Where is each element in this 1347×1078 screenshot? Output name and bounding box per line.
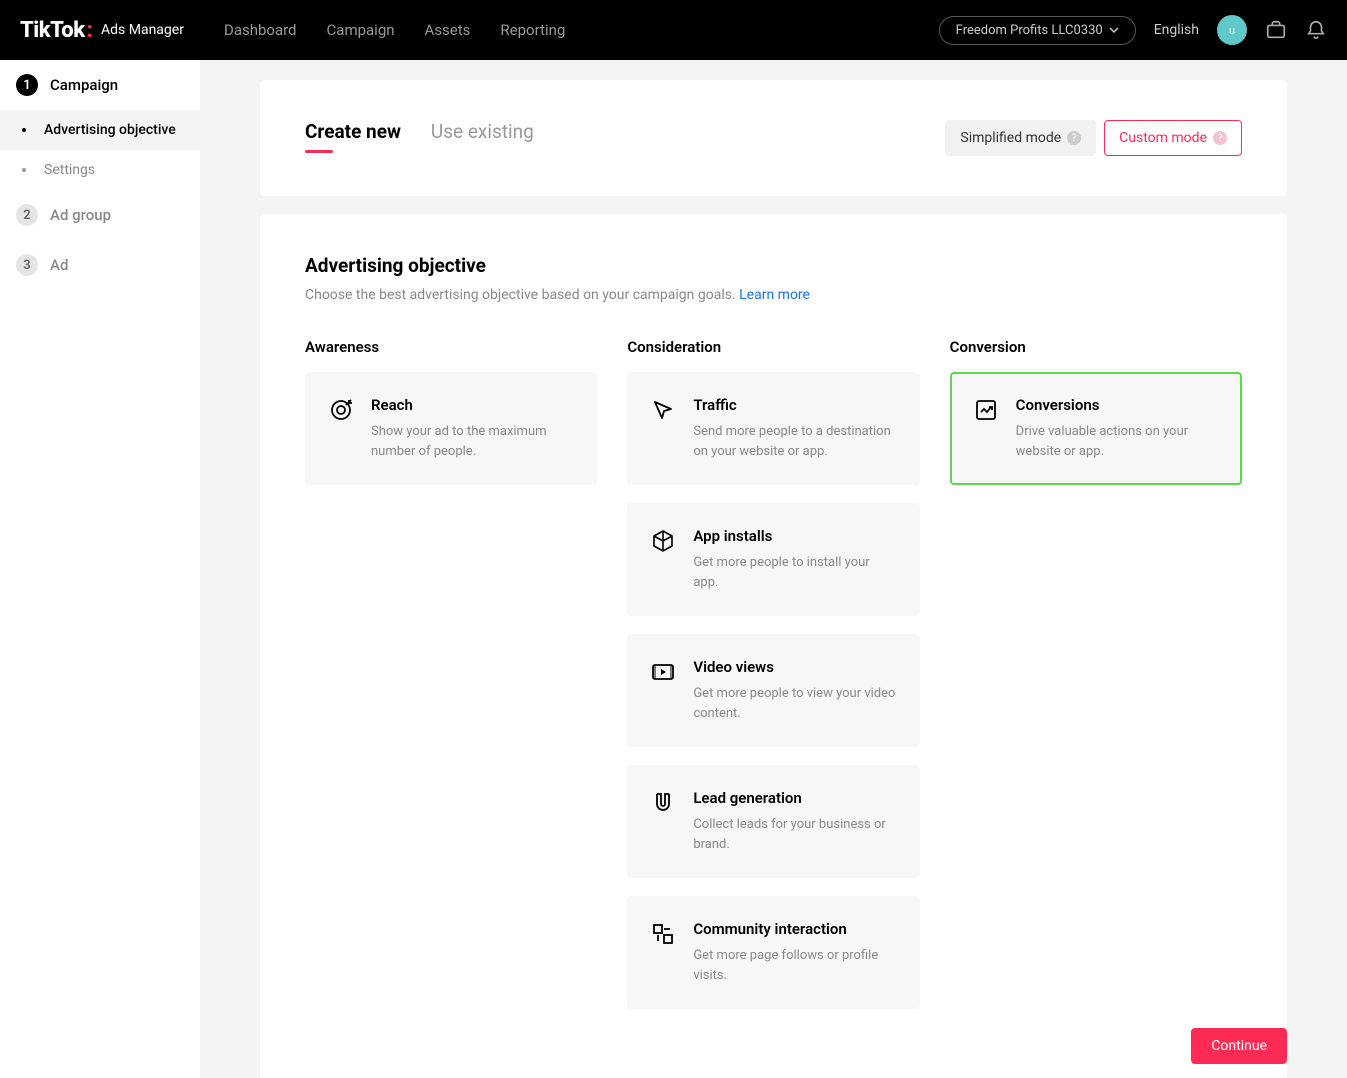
step-label: Ad group <box>50 206 111 224</box>
cursor-icon <box>651 398 675 422</box>
objective-desc: Send more people to a destination on you… <box>693 422 895 461</box>
col-title: Consideration <box>627 338 919 356</box>
main: Create new Use existing Simplified mode … <box>200 60 1347 1078</box>
video-icon <box>651 660 675 684</box>
briefcase-icon[interactable] <box>1265 19 1287 41</box>
cube-icon <box>651 529 675 553</box>
sidebar: 1 Campaign Advertising objective Setting… <box>0 60 200 1078</box>
logo-sub: Ads Manager <box>101 22 184 38</box>
substep-advertising-objective[interactable]: Advertising objective <box>0 110 200 150</box>
account-selector[interactable]: Freedom Profits LLC0330 <box>939 16 1136 45</box>
avatar[interactable]: u <box>1217 15 1247 45</box>
step-campaign[interactable]: 1 Campaign <box>0 60 200 110</box>
layout: 1 Campaign Advertising objective Setting… <box>0 60 1347 1078</box>
create-card: Create new Use existing Simplified mode … <box>260 80 1287 196</box>
objective-title: Conversions <box>1016 396 1218 414</box>
col-title: Awareness <box>305 338 597 356</box>
tab-create-new[interactable]: Create new <box>305 120 401 153</box>
chevron-down-icon <box>1109 25 1119 35</box>
step-ad-group[interactable]: 2 Ad group <box>0 190 200 240</box>
tab-use-existing[interactable]: Use existing <box>431 120 534 153</box>
objective-title: Community interaction <box>693 920 895 938</box>
logo-brand: TikTok <box>20 18 85 43</box>
substep-settings[interactable]: Settings <box>0 150 200 190</box>
footer-bar: Continue <box>260 1014 1287 1078</box>
help-icon: ? <box>1213 131 1227 145</box>
objective-video-views[interactable]: Video views Get more people to view your… <box>627 634 919 747</box>
simplified-mode-button[interactable]: Simplified mode ? <box>945 120 1096 156</box>
logo-colon: : <box>87 18 93 43</box>
objective-desc: Collect leads for your business or brand… <box>693 815 895 854</box>
nav-campaign[interactable]: Campaign <box>327 21 395 39</box>
objective-desc: Show your ad to the maximum number of pe… <box>371 422 573 461</box>
top-header: TikTok : Ads Manager Dashboard Campaign … <box>0 0 1347 60</box>
help-icon: ? <box>1067 131 1081 145</box>
objective-title: Video views <box>693 658 895 676</box>
section-subtitle: Choose the best advertising objective ba… <box>305 287 1242 303</box>
objective-desc: Get more page follows or profile visits. <box>693 946 895 985</box>
section-title: Advertising objective <box>305 254 1242 277</box>
step-label: Ad <box>50 256 68 274</box>
objective-lead-generation[interactable]: Lead generation Collect leads for your b… <box>627 765 919 878</box>
continue-button[interactable]: Continue <box>1191 1028 1287 1064</box>
objective-reach[interactable]: Reach Show your ad to the maximum number… <box>305 372 597 485</box>
step-num: 2 <box>16 204 38 226</box>
conversions-icon <box>974 398 998 422</box>
col-awareness: Awareness Reach Show your ad to the maxi… <box>305 338 597 1027</box>
magnet-icon <box>651 791 675 815</box>
logo[interactable]: TikTok : Ads Manager <box>20 18 184 43</box>
objective-desc: Drive valuable actions on your website o… <box>1016 422 1218 461</box>
step-num: 1 <box>16 74 38 96</box>
language-selector[interactable]: English <box>1154 22 1199 38</box>
target-icon <box>329 398 353 422</box>
col-title: Conversion <box>950 338 1242 356</box>
tabs: Create new Use existing <box>305 120 534 153</box>
top-nav: Dashboard Campaign Assets Reporting <box>224 21 939 39</box>
step-num: 3 <box>16 254 38 276</box>
learn-more-link[interactable]: Learn more <box>739 287 810 303</box>
step-ad[interactable]: 3 Ad <box>0 240 200 290</box>
objective-desc: Get more people to install your app. <box>693 553 895 592</box>
mode-group: Simplified mode ? Custom mode ? <box>945 120 1242 156</box>
nav-reporting[interactable]: Reporting <box>500 21 565 39</box>
objective-title: Reach <box>371 396 573 414</box>
objective-app-installs[interactable]: App installs Get more people to install … <box>627 503 919 616</box>
step-label: Campaign <box>50 76 118 94</box>
objective-community-interaction[interactable]: Community interaction Get more page foll… <box>627 896 919 1009</box>
objectives-card: Advertising objective Choose the best ad… <box>260 214 1287 1078</box>
custom-mode-button[interactable]: Custom mode ? <box>1104 120 1242 156</box>
header-right: Freedom Profits LLC0330 English u <box>939 15 1327 45</box>
nav-dashboard[interactable]: Dashboard <box>224 21 297 39</box>
objective-title: App installs <box>693 527 895 545</box>
account-label: Freedom Profits LLC0330 <box>956 23 1103 38</box>
simplified-mode-label: Simplified mode <box>960 130 1061 146</box>
custom-mode-label: Custom mode <box>1119 130 1207 146</box>
objective-columns: Awareness Reach Show your ad to the maxi… <box>305 338 1242 1027</box>
objective-conversions[interactable]: Conversions Drive valuable actions on yo… <box>950 372 1242 485</box>
col-consideration: Consideration Traffic Send more people t… <box>627 338 919 1027</box>
community-icon <box>651 922 675 946</box>
objective-desc: Get more people to view your video conte… <box>693 684 895 723</box>
bell-icon[interactable] <box>1305 19 1327 41</box>
nav-assets[interactable]: Assets <box>425 21 471 39</box>
objective-title: Lead generation <box>693 789 895 807</box>
objective-title: Traffic <box>693 396 895 414</box>
col-conversion: Conversion Conversions Drive valuable ac… <box>950 338 1242 1027</box>
objective-traffic[interactable]: Traffic Send more people to a destinatio… <box>627 372 919 485</box>
